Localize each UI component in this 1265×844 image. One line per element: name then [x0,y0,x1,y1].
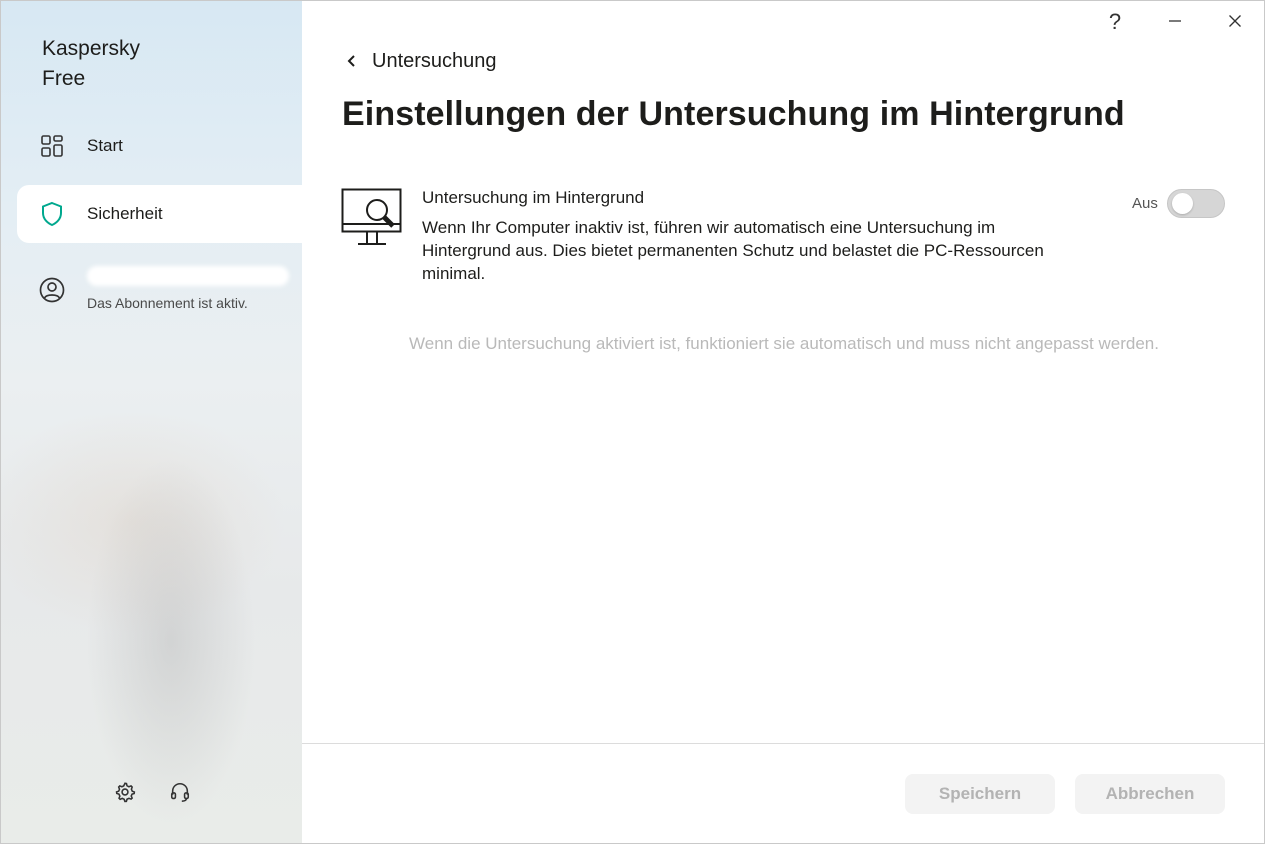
minimize-button[interactable] [1155,7,1195,37]
app-title-line2: Free [42,67,86,90]
app-window: Kaspersky Free Start Sicherheit Das Abon… [0,0,1265,844]
back-link-label: Untersuchung [372,49,497,72]
cancel-button[interactable]: Abbrechen [1075,774,1225,814]
sidebar-item-security[interactable]: Sicherheit [17,185,302,243]
page-title: Einstellungen der Untersuchung im Hinter… [342,95,1125,133]
settings-button[interactable] [112,781,138,807]
feature-title: Untersuchung im Hintergrund [422,188,645,207]
app-title-line1: Kaspersky [42,37,141,60]
headset-icon [169,781,191,808]
minimize-icon [1168,11,1182,34]
sidebar-item-account[interactable]: Das Abonnement ist aktiv. [17,256,302,326]
back-link[interactable]: Untersuchung [342,47,497,75]
save-button[interactable]: Speichern [905,774,1055,814]
sidebar: Kaspersky Free Start Sicherheit Das Abon… [1,1,302,843]
background-scan-toggle[interactable] [1167,189,1225,218]
toggle-state-label: Aus [1132,195,1158,212]
sidebar-item-label: Sicherheit [87,204,163,223]
chevron-left-icon [342,51,362,71]
account-name-redacted [87,266,289,286]
support-button[interactable] [167,781,193,807]
close-icon [1228,11,1242,34]
toggle-knob [1172,193,1193,214]
help-label: ? [1108,9,1122,34]
dashboard-icon [39,133,65,159]
info-hint: Wenn die Untersuchung aktiviert ist, fun… [409,334,1159,353]
feature-description: Wenn Ihr Computer inaktiv ist, führen wi… [422,218,1044,283]
footer-divider [302,743,1264,744]
close-button[interactable] [1215,7,1255,37]
monitor-search-icon [341,188,403,250]
subscription-status: Das Abonnement ist aktiv. [87,295,248,311]
sidebar-item-start[interactable]: Start [17,117,302,175]
app-title: Kaspersky Free [42,34,140,94]
user-circle-icon [39,277,65,303]
help-button[interactable]: ? [1095,7,1135,37]
gear-icon [114,781,136,808]
sidebar-item-label: Start [87,136,123,155]
shield-icon [39,201,65,227]
